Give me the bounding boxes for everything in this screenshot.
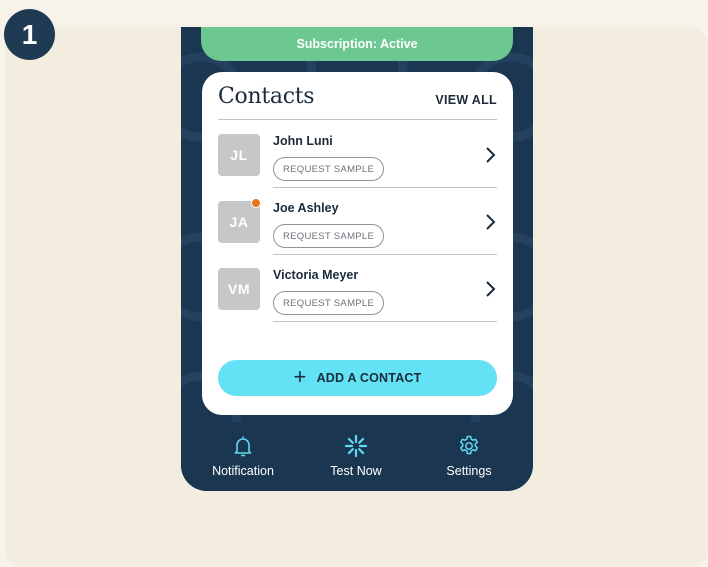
- chevron-right-icon[interactable]: [483, 280, 497, 298]
- avatar: VM: [218, 268, 260, 310]
- request-sample-button[interactable]: REQUEST SAMPLE: [273, 224, 385, 248]
- bell-icon: [234, 436, 252, 457]
- add-contact-label: ADD A CONTACT: [316, 371, 422, 385]
- contact-row[interactable]: JL John Luni REQUEST SAMPLE: [218, 121, 497, 188]
- tab-notification[interactable]: Notification: [193, 434, 293, 478]
- tab-label: Notification: [212, 464, 274, 478]
- gear-icon: [459, 435, 479, 455]
- contact-row[interactable]: JA Joe Ashley REQUEST SAMPLE: [218, 188, 497, 255]
- tab-label: Test Now: [330, 464, 382, 478]
- chevron-right-icon[interactable]: [483, 146, 497, 164]
- contact-name: Joe Ashley: [273, 201, 339, 215]
- request-sample-button[interactable]: REQUEST SAMPLE: [273, 291, 385, 315]
- subscription-banner: Subscription: Active: [201, 27, 513, 61]
- divider: [218, 119, 497, 120]
- chevron-right-icon[interactable]: [483, 213, 497, 231]
- card-title: Contacts: [218, 84, 315, 109]
- tab-test-now[interactable]: Test Now: [306, 434, 406, 478]
- step-number-badge: 1: [4, 9, 55, 60]
- avatar: JL: [218, 134, 260, 176]
- contact-row[interactable]: VM Victoria Meyer REQUEST SAMPLE: [218, 255, 497, 322]
- contacts-card: Contacts VIEW ALL JL John Luni REQUEST S…: [202, 72, 513, 415]
- tab-settings[interactable]: Settings: [419, 434, 519, 478]
- notification-dot: [251, 198, 261, 208]
- contact-name: John Luni: [273, 134, 333, 148]
- add-contact-button[interactable]: + ADD A CONTACT: [218, 360, 497, 396]
- phone-screen: Subscription: Active Contacts VIEW ALL J…: [181, 27, 533, 491]
- contact-name: Victoria Meyer: [273, 268, 359, 282]
- request-sample-button[interactable]: REQUEST SAMPLE: [273, 157, 385, 181]
- tab-label: Settings: [446, 464, 492, 478]
- burst-icon: [344, 434, 368, 458]
- plus-icon: +: [293, 364, 307, 389]
- divider: [273, 321, 497, 322]
- bottom-tab-bar: Notification Test Now Settings: [181, 422, 533, 491]
- view-all-link[interactable]: VIEW ALL: [435, 93, 497, 107]
